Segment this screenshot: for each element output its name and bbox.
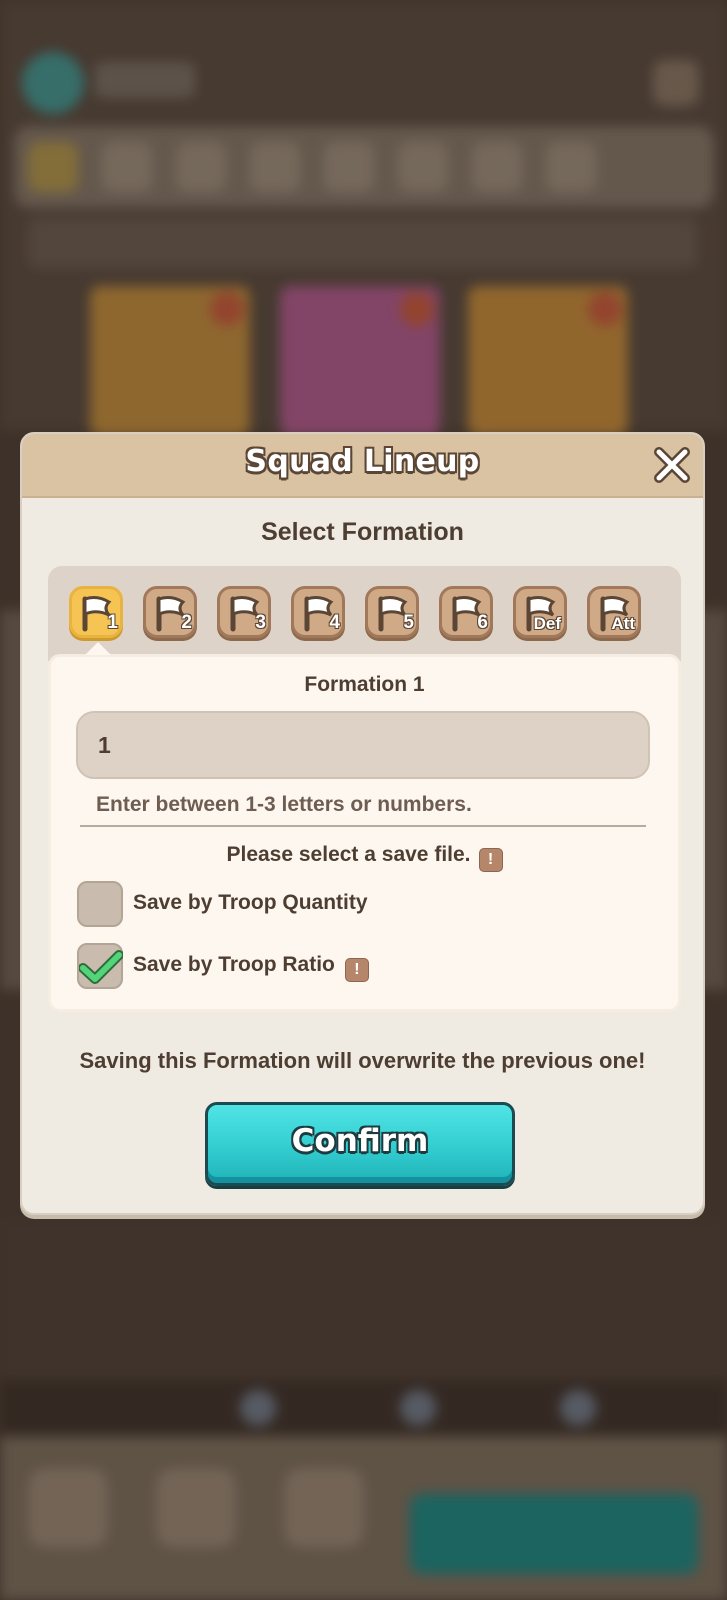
active-tab-pointer	[85, 642, 111, 655]
info-icon[interactable]: !	[478, 848, 503, 872]
troop-ratio-checkbox[interactable]	[77, 943, 123, 989]
formation-settings-panel: Formation 1 1 Enter between 1-3 letters …	[48, 654, 681, 1012]
formation-tabs: 1 2 3 4 5 6 Def Att	[48, 566, 681, 661]
tab-label: 2	[181, 612, 192, 633]
tab-formation-1[interactable]: 1	[69, 586, 123, 638]
tab-label: 5	[403, 612, 414, 633]
save-prompt: Please select a save file.!	[51, 843, 678, 872]
tab-label: Def	[533, 614, 561, 633]
tab-formation-6[interactable]: 6	[439, 586, 493, 638]
confirm-button[interactable]: Confirm	[205, 1102, 515, 1186]
close-icon	[654, 447, 690, 483]
overwrite-warning: Saving this Formation will overwrite the…	[79, 1048, 646, 1073]
tab-formation-def[interactable]: Def	[513, 586, 567, 638]
info-icon[interactable]: !	[344, 958, 369, 982]
tab-label: 1	[107, 612, 118, 633]
option-label: Save by Troop Ratio!	[133, 953, 369, 982]
save-prompt-text: Please select a save file.	[226, 843, 471, 866]
close-button[interactable]	[653, 446, 691, 484]
tab-label: 3	[255, 612, 266, 633]
select-formation-heading: Select Formation	[261, 518, 464, 546]
tab-formation-4[interactable]: 4	[291, 586, 345, 638]
tab-label: 4	[329, 612, 340, 633]
tab-formation-3[interactable]: 3	[217, 586, 271, 638]
option-label: Save by Troop Quantity	[133, 891, 368, 915]
option-label-text: Save by Troop Ratio	[133, 953, 335, 976]
formation-name-input[interactable]: 1	[76, 711, 650, 779]
option-troop-ratio[interactable]: Save by Troop Ratio!	[77, 943, 637, 991]
tab-formation-5[interactable]: 5	[365, 586, 419, 638]
option-troop-quantity[interactable]: Save by Troop Quantity	[77, 881, 637, 929]
formation-name-label: Formation 1	[304, 673, 425, 696]
tab-label: 6	[477, 612, 488, 633]
divider	[80, 825, 646, 827]
tab-formation-2[interactable]: 2	[143, 586, 197, 638]
tab-formation-att[interactable]: Att	[587, 586, 641, 638]
troop-quantity-checkbox[interactable]	[77, 881, 123, 927]
modal-header: Squad Lineup	[22, 434, 703, 498]
option-label-text: Save by Troop Quantity	[133, 891, 368, 914]
confirm-label: Confirm	[291, 1123, 429, 1159]
tab-label: Att	[611, 614, 635, 633]
checkmark-icon	[79, 950, 123, 984]
modal-title: Squad Lineup	[245, 444, 480, 479]
input-hint: Enter between 1-3 letters or numbers.	[96, 793, 472, 816]
squad-lineup-modal: Squad Lineup Select Formation 1 2 3 4 5 …	[20, 432, 705, 1215]
